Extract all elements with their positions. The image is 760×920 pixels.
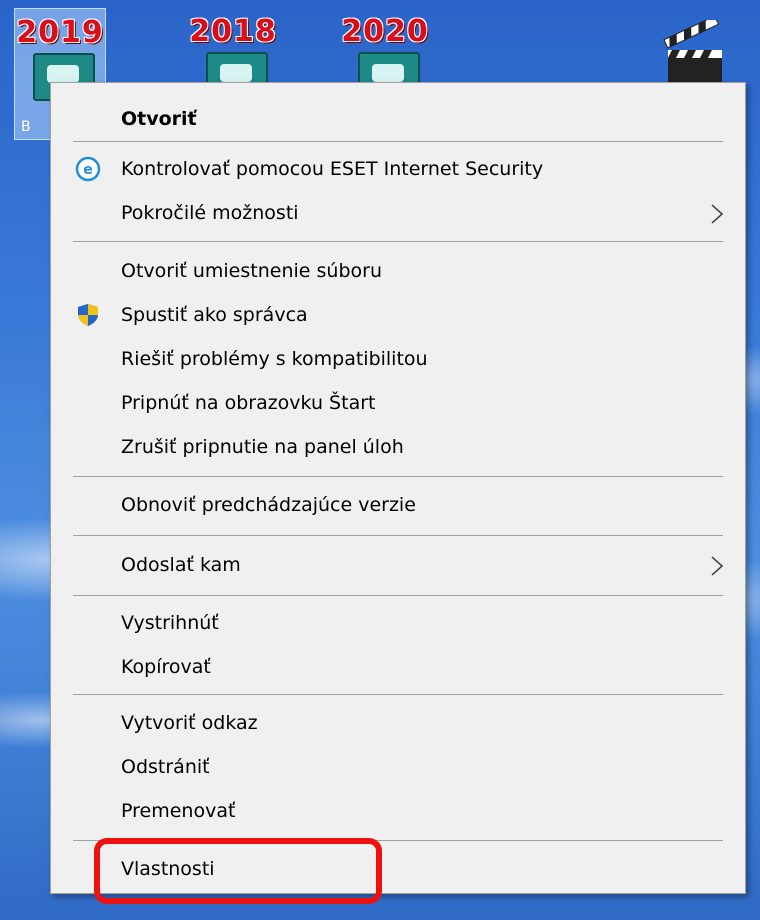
menu-item-troubleshoot-compatibility[interactable]: Riešiť problémy s kompatibilitou [51,337,745,381]
menu-item-label: Otvoriť [121,108,197,130]
menu-item-open[interactable]: Otvoriť [51,97,745,141]
highlight-annotation [94,838,382,904]
chevron-right-icon [711,204,724,224]
menu-item-send-to[interactable]: Odoslať kam [51,543,745,587]
context-menu: Otvoriť e Kontrolovať pomocou ESET Inter… [50,82,746,894]
chevron-right-icon [711,556,724,576]
menu-item-label: Odstrániť [121,756,210,778]
menu-separator [73,595,723,596]
movie-clapper-icon[interactable] [660,20,730,90]
menu-separator [73,535,723,536]
menu-item-copy[interactable]: Kopírovať [51,645,745,689]
icon-year-label: 2018 [189,14,277,49]
menu-item-open-file-location[interactable]: Otvoriť umiestnenie súboru [51,249,745,293]
menu-separator [73,476,723,477]
menu-item-label: Vytvoriť odkaz [121,712,258,734]
menu-item-unpin-from-taskbar[interactable]: Zrušiť pripnutie na panel úloh [51,425,745,469]
menu-item-label: Kopírovať [121,656,211,678]
svg-text:e: e [83,162,93,178]
menu-item-restore-previous-versions[interactable]: Obnoviť predchádzajúce verzie [51,483,745,527]
menu-item-run-as-admin[interactable]: Spustiť ako správca [51,293,745,337]
icon-year-label: 2020 [341,14,429,49]
menu-item-label: Odoslať kam [121,554,241,576]
menu-item-label: Zrušiť pripnutie na panel úloh [121,436,404,458]
menu-separator [73,141,723,142]
menu-item-label: Pripnúť na obrazovku Štart [121,392,376,414]
menu-item-advanced-options[interactable]: Pokročilé možnosti [51,191,745,235]
menu-item-label: Premenovať [121,800,236,822]
eset-icon: e [75,156,101,182]
menu-item-label: Vystrihnúť [121,612,219,634]
desktop-icon-label: B [21,119,31,135]
menu-item-delete[interactable]: Odstrániť [51,745,745,789]
menu-item-label: Riešiť problémy s kompatibilitou [121,348,428,370]
menu-separator [73,694,723,695]
menu-item-rename[interactable]: Premenovať [51,789,745,833]
menu-item-label: Otvoriť umiestnenie súboru [121,260,382,282]
menu-item-pin-to-start[interactable]: Pripnúť na obrazovku Štart [51,381,745,425]
menu-item-label: Obnoviť predchádzajúce verzie [121,494,416,516]
menu-item-label: Pokročilé možnosti [121,202,299,224]
menu-item-eset-scan[interactable]: e Kontrolovať pomocou ESET Internet Secu… [51,147,745,191]
icon-year-label: 2019 [16,15,104,50]
menu-item-label: Spustiť ako správca [121,304,308,326]
menu-item-label: Kontrolovať pomocou ESET Internet Securi… [121,158,544,180]
menu-separator [73,241,723,242]
menu-item-create-shortcut[interactable]: Vytvoriť odkaz [51,701,745,745]
uac-shield-icon [78,304,98,326]
menu-item-cut[interactable]: Vystrihnúť [51,601,745,645]
